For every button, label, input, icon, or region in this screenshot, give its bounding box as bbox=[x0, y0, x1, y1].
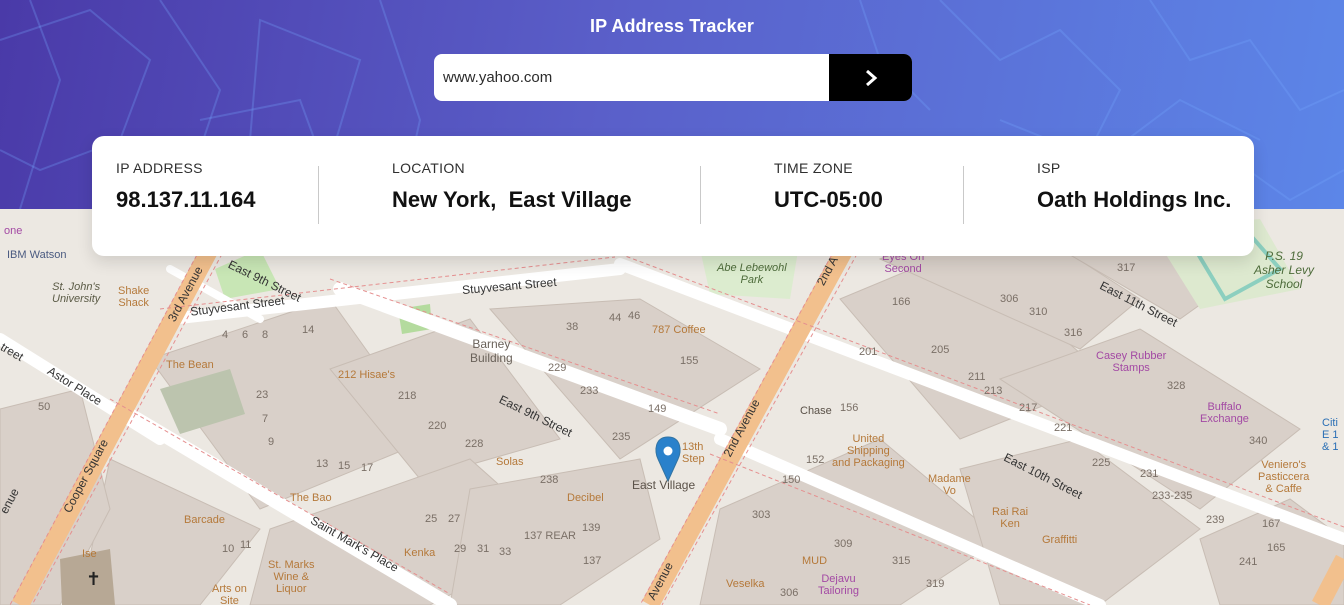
divider bbox=[318, 166, 319, 224]
location-section: LOCATION New York, East Village bbox=[392, 160, 632, 213]
info-card: IP ADDRESS 98.137.11.164 LOCATION New Yo… bbox=[92, 136, 1254, 256]
isp-section: ISP Oath Holdings Inc. bbox=[1037, 160, 1231, 213]
location-label: LOCATION bbox=[392, 160, 465, 176]
map-tiles bbox=[0, 209, 1344, 605]
search-button[interactable] bbox=[829, 54, 912, 101]
divider bbox=[963, 166, 964, 224]
location-value: New York, East Village bbox=[392, 187, 632, 212]
map[interactable]: Stuyvesant Street Stuyvesant Street East… bbox=[0, 209, 1344, 605]
ip-address-section: IP ADDRESS 98.137.11.164 bbox=[116, 160, 255, 213]
timezone-value: UTC-05:00 bbox=[774, 187, 883, 212]
page-title: IP Address Tracker bbox=[590, 16, 754, 36]
timezone-section: TIME ZONE UTC-05:00 bbox=[774, 160, 883, 213]
chevron-right-icon bbox=[865, 69, 877, 86]
timezone-label: TIME ZONE bbox=[774, 160, 853, 176]
ip-address-value: 98.137.11.164 bbox=[116, 187, 256, 212]
isp-label: ISP bbox=[1037, 160, 1061, 176]
ip-address-label: IP ADDRESS bbox=[116, 160, 203, 176]
search-bar bbox=[434, 54, 912, 101]
isp-value: Oath Holdings Inc. bbox=[1037, 187, 1232, 212]
search-input[interactable] bbox=[434, 54, 829, 101]
divider bbox=[700, 166, 701, 224]
